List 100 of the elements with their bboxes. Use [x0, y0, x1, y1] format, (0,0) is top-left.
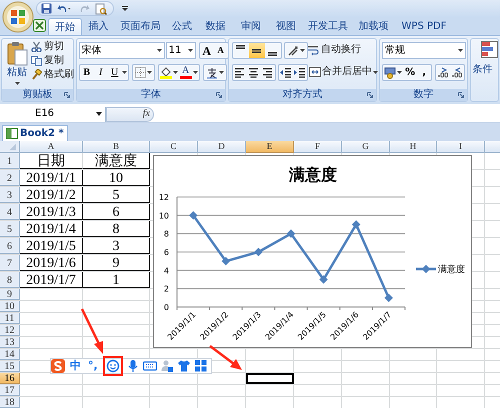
paste-button[interactable]: 粘贴 [3, 39, 31, 89]
decrease-decimal-button[interactable] [450, 65, 464, 80]
column-header[interactable]: G [342, 141, 390, 153]
toolbar-button[interactable]: 复制 [31, 54, 76, 67]
row-header[interactable]: 8 [0, 272, 20, 288]
ribbon-tab[interactable]: 视图 [269, 18, 303, 35]
ribbon-tab[interactable]: 数据 [198, 18, 233, 35]
row-header[interactable]: 15 [0, 361, 20, 372]
row-header[interactable]: 9 [0, 289, 20, 300]
shrink-font-button[interactable]: A [214, 43, 228, 58]
undo-icon[interactable] [57, 3, 71, 14]
ime-toolbar-button[interactable]: 中 [68, 359, 83, 373]
align-right-button[interactable] [260, 65, 275, 80]
microphone-icon[interactable] [126, 359, 140, 373]
row-header[interactable]: 10 [0, 301, 20, 312]
apps-grid-icon[interactable] [194, 359, 208, 373]
align-center-button[interactable] [246, 65, 261, 80]
ribbon-tab[interactable]: 加载项 [353, 18, 394, 35]
toolbar-button[interactable]: 剪切 [31, 40, 76, 53]
dropdown-caret-icon [397, 71, 402, 74]
middle-align-button[interactable] [248, 43, 265, 58]
ribbon-tab[interactable]: 页面布局 [115, 18, 166, 35]
ime-toolbar-button[interactable]: °, [86, 359, 100, 373]
row-header[interactable]: 5 [0, 221, 20, 237]
selected-cell[interactable] [246, 373, 294, 384]
ribbon-tab[interactable]: 插入 [82, 18, 115, 35]
column-header[interactable]: I [437, 141, 485, 153]
font-name-dropdown[interactable]: 宋体 [78, 42, 165, 59]
column-header[interactable]: H [390, 141, 437, 153]
shirt-icon[interactable] [176, 359, 191, 373]
save-icon[interactable] [41, 3, 52, 14]
number-format-dropdown[interactable]: 常规 [382, 42, 466, 59]
data-point [189, 211, 198, 220]
paintbrush-icon [31, 69, 42, 80]
row-header[interactable]: 16 [0, 373, 20, 384]
column-header[interactable]: D [198, 141, 246, 153]
align-left-button[interactable] [232, 65, 247, 80]
workbook-tab[interactable]: Book2 * [2, 125, 68, 141]
italic-button[interactable]: I [94, 65, 108, 80]
row-header[interactable]: 13 [0, 337, 20, 348]
row-header[interactable]: 4 [0, 204, 20, 220]
dialog-launcher-icon[interactable] [458, 92, 464, 98]
ribbon-tab[interactable]: 审阅 [233, 18, 269, 35]
logo-icon[interactable] [51, 359, 65, 373]
column-header[interactable]: C [150, 141, 198, 153]
data-point [384, 294, 393, 302]
wrap-text-button[interactable]: 自动换行 [306, 42, 363, 58]
dialog-launcher-icon[interactable] [367, 92, 374, 98]
print-preview-icon[interactable] [95, 2, 107, 14]
indent-icon [294, 67, 306, 78]
group-label: 数字 [413, 89, 434, 101]
ribbon-tab[interactable]: 开发工具 [303, 18, 353, 35]
ribbon-tab[interactable]: 公式 [166, 18, 198, 35]
percent-button[interactable]: % [403, 65, 418, 80]
decimal-places-icon [451, 67, 464, 78]
bold-button[interactable]: B [80, 65, 94, 80]
increase-decimal-button[interactable] [436, 65, 450, 80]
row-header[interactable]: 6 [0, 238, 20, 254]
grow-font-button[interactable]: A [200, 43, 214, 58]
accounting-format-button[interactable] [383, 65, 404, 80]
person-icon[interactable] [160, 359, 174, 373]
font-size-dropdown[interactable]: 11 [166, 42, 196, 59]
row-header[interactable]: 11 [0, 313, 20, 324]
dialog-launcher-icon[interactable] [216, 92, 222, 98]
table-cell: 3 [83, 238, 150, 254]
insert-function-button[interactable]: fx [142, 108, 150, 120]
table-cell: 2019/1/2 [20, 187, 83, 203]
column-header[interactable]: F [294, 141, 342, 153]
underline-button[interactable]: U [108, 65, 122, 80]
column-header[interactable]: B [83, 141, 150, 153]
data-point [352, 220, 360, 229]
row-header[interactable]: 18 [0, 397, 20, 408]
merge-center-button[interactable]: 合并后居中 [308, 64, 379, 80]
comma-button[interactable]: , [417, 65, 432, 80]
keyboard-icon[interactable] [142, 359, 157, 373]
borders-button[interactable] [132, 64, 155, 81]
group-label: 剪贴板 [22, 89, 52, 101]
row-header[interactable]: 12 [0, 325, 20, 336]
orientation-button[interactable] [284, 42, 308, 59]
decimal-places-icon [437, 67, 450, 78]
dropdown-caret-icon [122, 71, 127, 74]
column-header[interactable]: E [246, 141, 294, 153]
row-header[interactable]: 2 [0, 170, 20, 186]
ribbon-tab[interactable]: 开始 [48, 18, 82, 35]
increase-indent-button[interactable] [292, 65, 307, 80]
annotation-arrow [209, 345, 242, 370]
decrease-indent-button[interactable] [278, 65, 293, 80]
ribbon-tab[interactable]: WPS PDF [394, 18, 454, 35]
row-header[interactable]: 14 [0, 349, 20, 360]
toolbar-button[interactable]: 格式刷 [31, 68, 76, 81]
column-header[interactable]: A [20, 141, 83, 153]
dialog-launcher-icon[interactable] [64, 92, 70, 98]
row-header[interactable]: 7 [0, 255, 20, 271]
fill-color-button[interactable] [160, 66, 178, 79]
row-header[interactable]: 1 [0, 153, 20, 169]
phonetic-guide-button[interactable] [202, 64, 227, 81]
row-header[interactable]: 17 [0, 385, 20, 396]
row-header[interactable]: 3 [0, 187, 20, 203]
customize-toolbar-icon[interactable] [122, 6, 128, 11]
dropdown-caret-icon [188, 49, 193, 52]
